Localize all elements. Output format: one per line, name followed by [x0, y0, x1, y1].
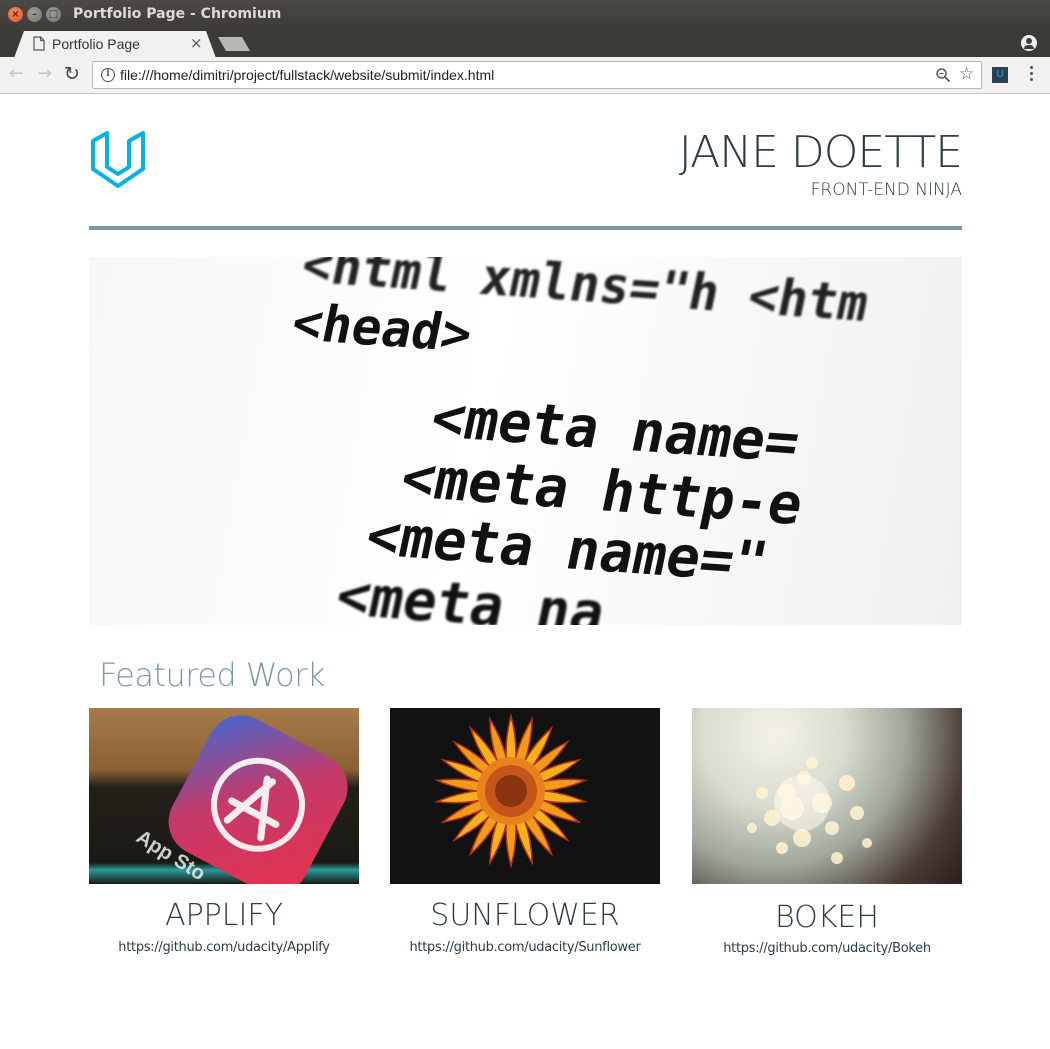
project-card-applify: App Sto APPLIFY https://github.com/udaci…	[89, 708, 359, 955]
window-minimize-button[interactable]: –	[27, 7, 42, 22]
project-link[interactable]: https://github.com/udacity/Bokeh	[692, 941, 962, 956]
page-title: JANE DOETTE	[678, 127, 963, 178]
project-image-bokeh[interactable]	[692, 708, 962, 884]
udacity-logo-icon	[91, 131, 145, 188]
app-store-icon	[168, 715, 348, 884]
profile-icon[interactable]	[1021, 35, 1037, 51]
hero-image: <html xmlns="h <htm <head> <meta name= <…	[89, 257, 962, 625]
window-close-button[interactable]: ×	[8, 7, 23, 22]
browser-toolbar: ← → ↻ i file:///home/dimitri/project/ful…	[0, 57, 1050, 94]
project-title: SUNFLOWER	[430, 898, 620, 933]
reload-button[interactable]: ↻	[64, 65, 80, 84]
bokeh-image	[747, 757, 872, 864]
window-maximize-button[interactable]: □	[46, 7, 61, 22]
tab-portfolio-page[interactable]: Portfolio Page ×	[14, 31, 216, 58]
site-info-icon[interactable]: i	[101, 68, 115, 82]
sunflower-image	[433, 713, 589, 869]
forward-button[interactable]: →	[37, 65, 52, 83]
back-button[interactable]: ←	[9, 65, 24, 83]
project-image-applify[interactable]: App Sto	[89, 708, 359, 884]
hero-code-line: <head>	[286, 293, 478, 364]
tab-title: Portfolio Page	[52, 36, 140, 52]
zoom-icon[interactable]	[935, 67, 951, 83]
url-text[interactable]: file:///home/dimitri/project/fullstack/w…	[120, 67, 494, 83]
tab-close-icon[interactable]: ×	[190, 34, 203, 52]
page-subtitle: FRONT-END NINJA	[810, 180, 962, 200]
window-title: Portfolio Page - Chromium	[73, 6, 282, 22]
new-tab-button[interactable]	[218, 37, 250, 51]
address-bar[interactable]: i file:///home/dimitri/project/fullstack…	[92, 61, 982, 89]
menu-icon[interactable]	[1030, 66, 1034, 84]
project-link[interactable]: https://github.com/udacity/Sunflower	[390, 940, 660, 955]
project-card-bokeh: BOKEH https://github.com/udacity/Bokeh	[692, 708, 962, 956]
project-link[interactable]: https://github.com/udacity/Applify	[89, 940, 359, 955]
project-title: APPLIFY	[165, 898, 283, 933]
header-divider	[89, 226, 962, 230]
extension-icon[interactable]: U	[992, 67, 1008, 83]
bookmark-star-icon[interactable]: ☆	[959, 64, 974, 84]
document-icon	[33, 36, 45, 51]
window-title-bar: × – □ Portfolio Page - Chromium	[0, 0, 1050, 30]
project-card-sunflower: SUNFLOWER https://github.com/udacity/Sun…	[390, 708, 660, 955]
project-title: BOKEH	[775, 900, 879, 935]
featured-work-heading: Featured Work	[99, 656, 325, 694]
tab-strip: Portfolio Page ×	[0, 30, 1050, 58]
project-image-sunflower[interactable]	[390, 708, 660, 884]
bokeh-lights	[747, 757, 872, 864]
